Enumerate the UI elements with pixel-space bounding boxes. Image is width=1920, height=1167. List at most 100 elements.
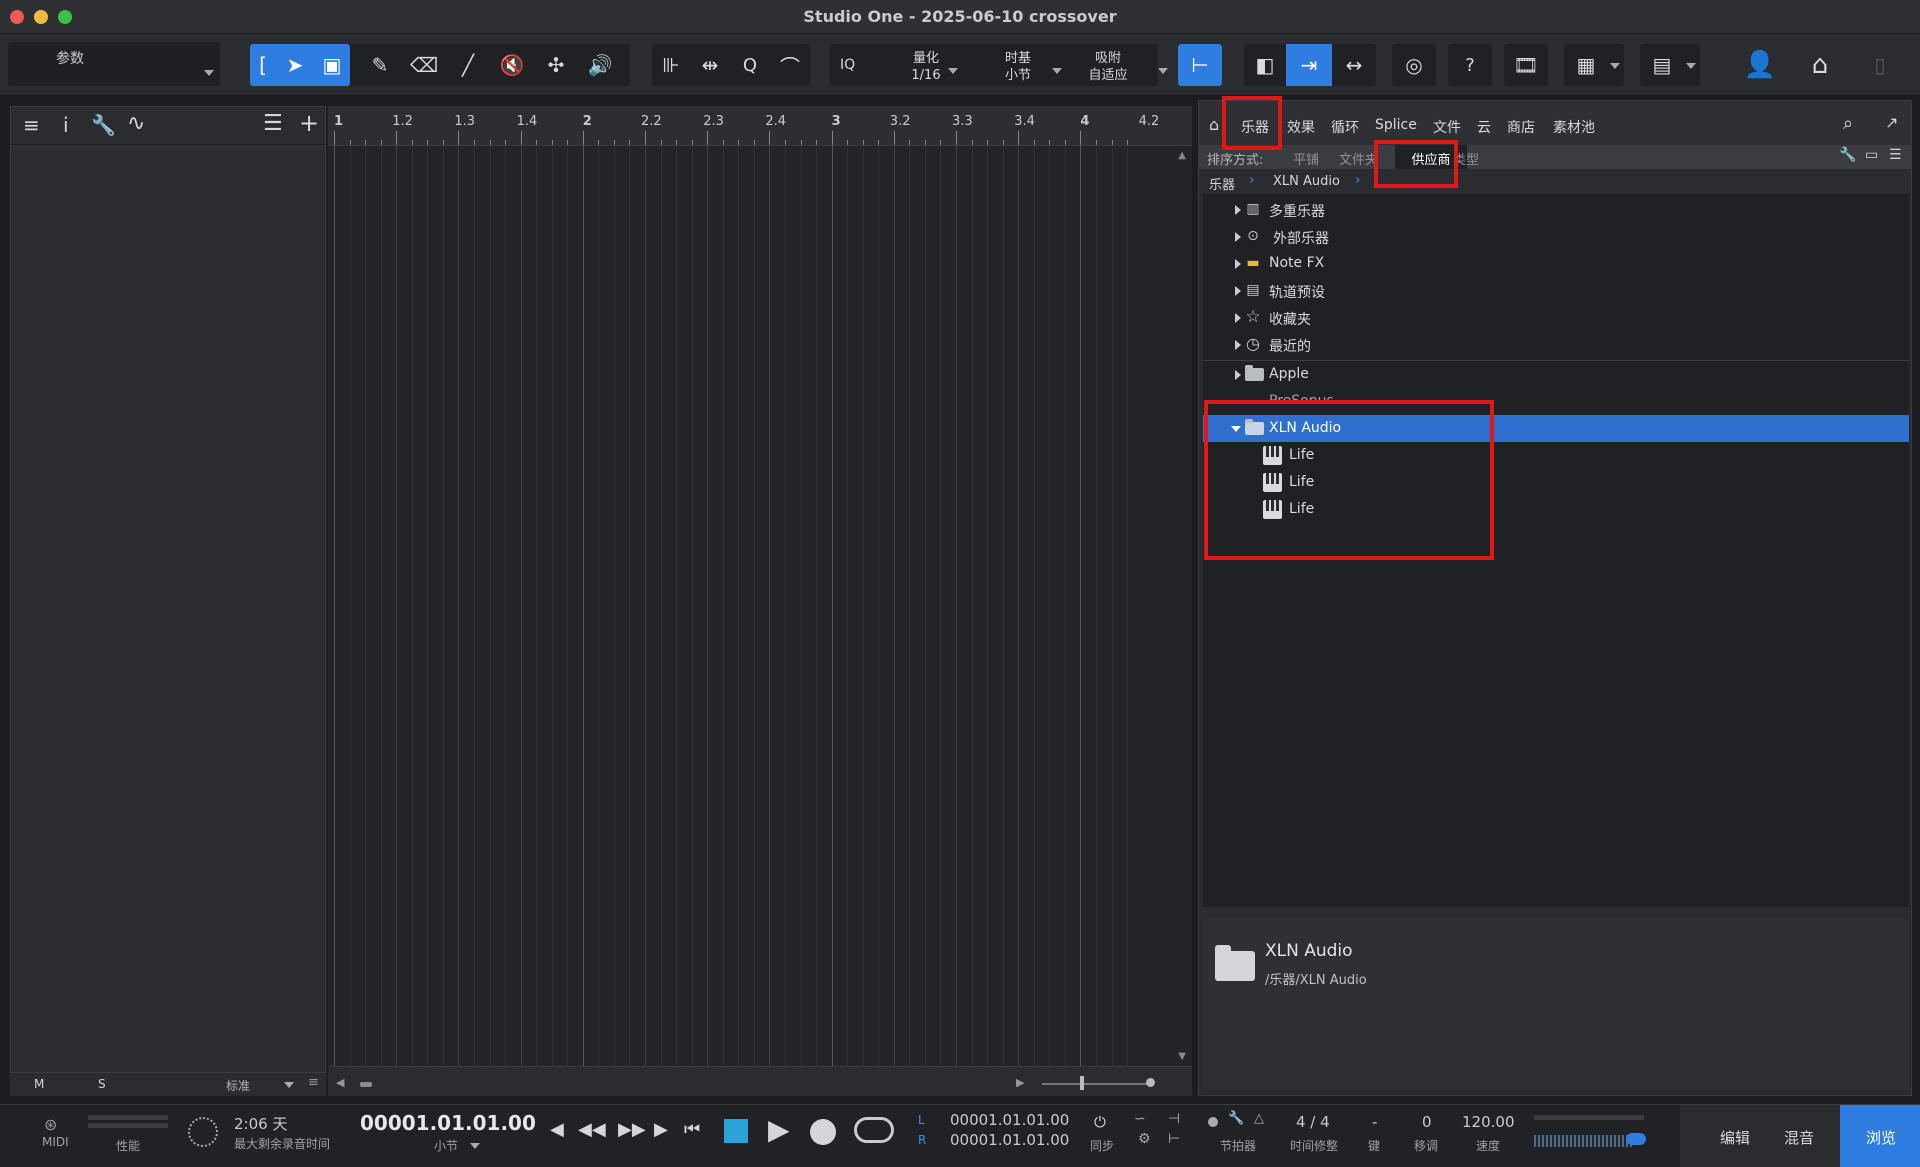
snap-dropdown[interactable]: 吸附 自适应: [1068, 50, 1148, 84]
power-icon[interactable]: ⏻: [1094, 1113, 1106, 1131]
tree-item-life-1[interactable]: Life: [1203, 442, 1909, 469]
mute-button[interactable]: M: [34, 1077, 44, 1091]
tree-item-note-fx[interactable]: ▬ Note FX: [1203, 250, 1909, 277]
stretch-tool-icon[interactable]: ⇹: [690, 44, 730, 86]
grid-icon[interactable]: ▦: [1564, 44, 1608, 86]
tree-item-multi-instruments[interactable]: ▥ 多重乐器: [1203, 196, 1909, 223]
focus-button[interactable]: ◎: [1392, 44, 1436, 86]
home-icon[interactable]: ⌂: [1209, 115, 1219, 134]
timeline-ruler[interactable]: 1 1.2 1.3 1.4 2 2.2 2.3 2.4 3 3.2 3.3 3.4 4 4.2: [328, 106, 1192, 146]
grid-view-button[interactable]: ▦: [1564, 44, 1624, 86]
target-icon[interactable]: ◎: [1392, 44, 1436, 86]
split-tool-icon[interactable]: ✣: [534, 44, 578, 86]
arrow-tool-icon[interactable]: ➤: [276, 44, 314, 86]
tree-item-recent[interactable]: ◷ 最近的: [1203, 331, 1909, 358]
tab-instruments[interactable]: 乐器: [1241, 117, 1269, 137]
time-signature[interactable]: 4 / 4: [1296, 1113, 1330, 1131]
edit-view-button[interactable]: 编辑: [1680, 1105, 1760, 1167]
iq-button[interactable]: IQ: [840, 57, 855, 73]
autoscroll-icon[interactable]: ⌒: [770, 44, 810, 86]
automation-icon[interactable]: ∿: [127, 111, 145, 136]
rewind-icon[interactable]: ◀◀: [578, 1119, 606, 1140]
params-dropdown[interactable]: 参数: [8, 42, 220, 86]
marker-icon[interactable]: ⊣: [1168, 1111, 1180, 1127]
scroll-down-icon[interactable]: ▼: [1178, 1051, 1186, 1062]
metronome-toggle[interactable]: [1626, 1133, 1646, 1145]
scroll-right-icon[interactable]: ▶: [1016, 1076, 1024, 1089]
scroll-up-icon[interactable]: ▲: [1178, 150, 1186, 161]
loop-icon[interactable]: [854, 1117, 894, 1143]
track-list-icon[interactable]: ☰: [263, 111, 283, 136]
user-icon[interactable]: 👤: [1738, 44, 1782, 86]
nudge-left-icon[interactable]: ◧: [1244, 44, 1286, 86]
breadcrumb-item-xln[interactable]: XLN Audio: [1273, 174, 1340, 189]
follow-playhead-icon[interactable]: ⇥: [1286, 44, 1332, 86]
quantize-tool-icon[interactable]: Q: [730, 44, 770, 86]
split-center-icon[interactable]: ↔: [1332, 44, 1376, 86]
bend-tool-icon[interactable]: ⊪: [652, 44, 690, 86]
snap-toggle-icon[interactable]: ⊢: [1178, 44, 1222, 86]
tab-loops[interactable]: 循环: [1331, 117, 1359, 137]
breadcrumb-item-instruments[interactable]: 乐器: [1209, 174, 1235, 193]
tree-item-xln-audio[interactable]: XLN Audio: [1203, 415, 1909, 442]
home-icon[interactable]: ⌂: [1798, 44, 1842, 86]
tree-item-life-3[interactable]: Life: [1203, 496, 1909, 523]
help-button[interactable]: ?: [1448, 44, 1492, 86]
range-bracket-icon[interactable]: [: [250, 44, 276, 86]
metronome-icon[interactable]: △: [1254, 1111, 1264, 1126]
expand-icon[interactable]: [1235, 232, 1241, 242]
expand-icon[interactable]: [1235, 340, 1241, 350]
scroll-left-icon[interactable]: ◀: [336, 1076, 344, 1089]
view-mode-dropdown[interactable]: 标准: [226, 1077, 250, 1094]
list-icon[interactable]: ☰: [1889, 147, 1902, 163]
tree-item-favorites[interactable]: ☆ 收藏夹: [1203, 304, 1909, 331]
list-icon[interactable]: ≡: [308, 1075, 319, 1090]
info-icon[interactable]: i: [63, 113, 69, 137]
wrench-icon[interactable]: 🔧: [1839, 147, 1856, 163]
stop-button[interactable]: [724, 1119, 748, 1143]
listen-tool-icon[interactable]: 🔊: [578, 44, 622, 86]
add-track-icon[interactable]: +: [299, 109, 319, 137]
layout-icon[interactable]: ▤: [1640, 44, 1684, 86]
solo-button[interactable]: S: [98, 1077, 106, 1091]
browse-view-button[interactable]: 浏览: [1840, 1105, 1920, 1167]
expand-icon[interactable]: [1235, 313, 1241, 323]
tree-item-life-2[interactable]: Life: [1203, 469, 1909, 496]
menu-lines-icon[interactable]: ≡: [23, 113, 40, 137]
tab-pool[interactable]: 素材池: [1553, 117, 1595, 137]
tree-item-external-instruments[interactable]: ⊙ 外部乐器: [1203, 223, 1909, 250]
zoom-slider-handle[interactable]: [1080, 1076, 1084, 1090]
zoom-slider[interactable]: [1042, 1083, 1152, 1085]
play-button[interactable]: ▶: [768, 1113, 790, 1146]
zoom-end-handle[interactable]: [1146, 1078, 1155, 1087]
tab-shop[interactable]: 商店: [1507, 117, 1535, 137]
loop-left-value[interactable]: 00001.01.01.00: [950, 1111, 1069, 1129]
eraser-tool-icon[interactable]: ⌫: [402, 44, 446, 86]
tree-item-presonus[interactable]: PreSonus: [1203, 388, 1909, 402]
key-value[interactable]: -: [1372, 1113, 1377, 1131]
sort-option-type[interactable]: 类型: [1453, 149, 1479, 168]
punch-icon[interactable]: ⊢: [1168, 1131, 1180, 1147]
popout-icon[interactable]: ↗: [1885, 113, 1898, 132]
video-button[interactable]: 🎞: [1504, 44, 1548, 86]
film-icon[interactable]: 🎞: [1504, 44, 1548, 86]
expand-icon[interactable]: [1235, 286, 1241, 296]
tempo-value[interactable]: 120.00: [1462, 1113, 1515, 1131]
gear-icon[interactable]: ⚙: [1138, 1131, 1151, 1147]
quantize-dropdown[interactable]: 量化 1/16: [886, 50, 966, 84]
tab-files[interactable]: 文件: [1433, 117, 1461, 137]
curve-icon[interactable]: ∽: [1134, 1111, 1146, 1127]
mute-tool-icon[interactable]: 🔇: [490, 44, 534, 86]
sort-option-folder[interactable]: 文件夹: [1339, 149, 1378, 168]
timebase-dropdown[interactable]: 时基 小节: [980, 50, 1056, 84]
window-icon[interactable]: ▭: [1865, 147, 1878, 163]
help-icon[interactable]: ?: [1448, 44, 1492, 86]
expand-icon[interactable]: [1235, 370, 1241, 380]
return-zero-icon[interactable]: ⏮: [684, 1119, 700, 1140]
tab-cloud[interactable]: 云: [1477, 117, 1491, 137]
precount-icon[interactable]: [1208, 1117, 1218, 1127]
expand-icon[interactable]: [1235, 259, 1241, 269]
arrange-view[interactable]: 1 1.2 1.3 1.4 2 2.2 2.3 2.4 3 3.2 3.3 3.4 4 4.2 ▲ ▼: [328, 106, 1192, 1096]
range-tool-icon[interactable]: ▣: [314, 44, 350, 86]
mix-view-button[interactable]: 混音: [1760, 1105, 1840, 1167]
